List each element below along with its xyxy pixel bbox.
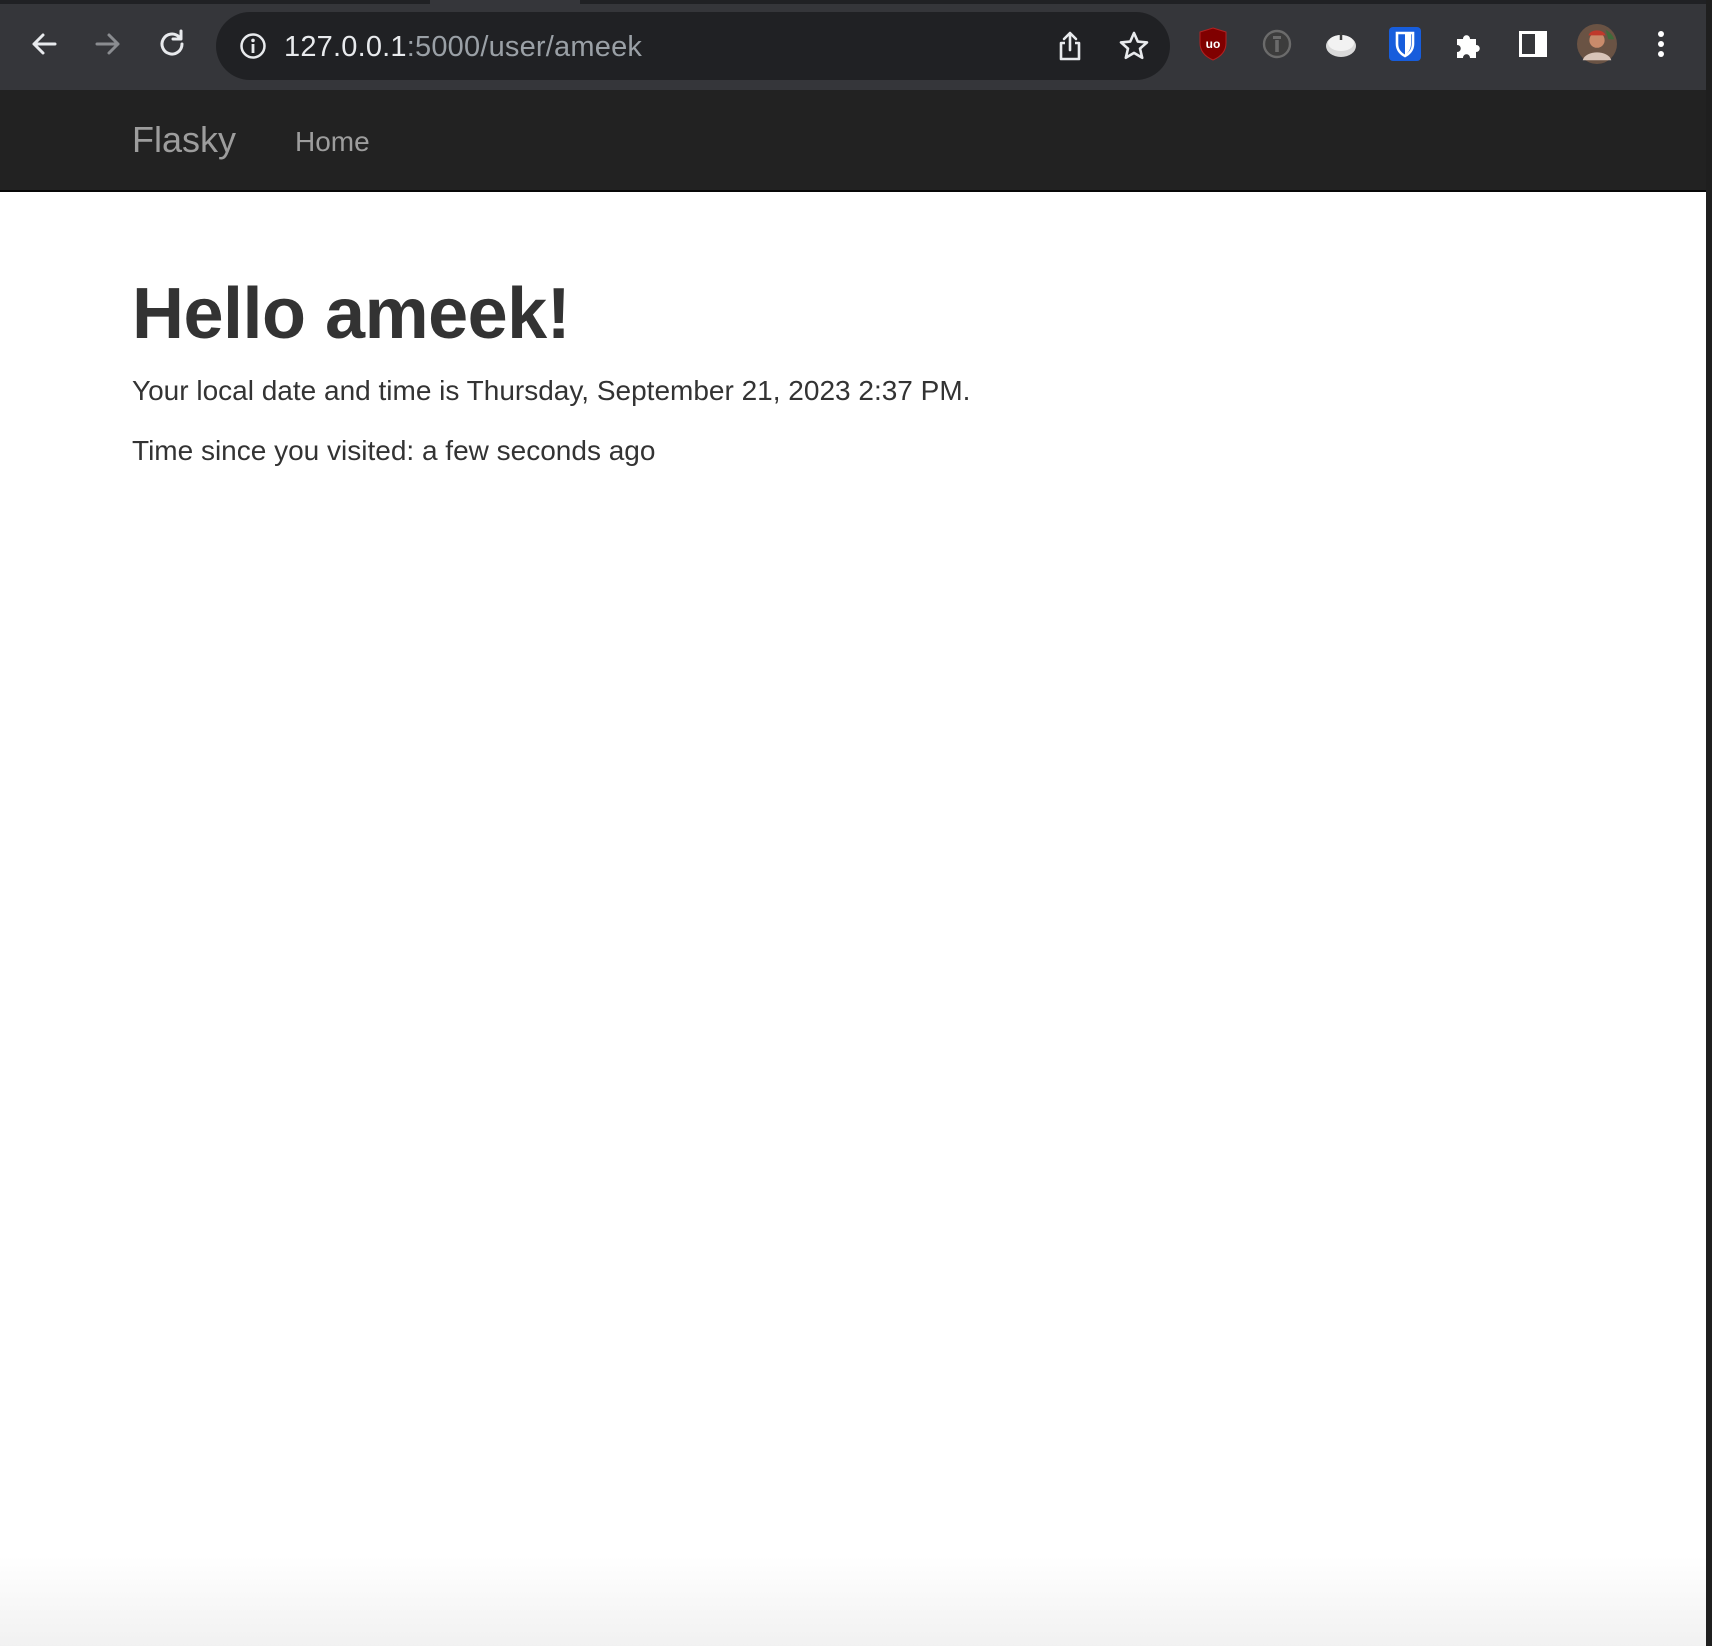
- puzzle-icon: [1457, 35, 1480, 58]
- side-panel-icon: [1519, 31, 1547, 57]
- profile-avatar: [1577, 24, 1617, 64]
- brand-link[interactable]: Flasky: [132, 120, 236, 160]
- back-button[interactable]: [24, 24, 64, 64]
- bitwarden-icon: [1389, 27, 1421, 61]
- extensions-button[interactable]: [1449, 24, 1489, 64]
- nav-link-home[interactable]: Home: [295, 126, 370, 158]
- site-info-button[interactable]: [236, 29, 270, 63]
- cookie-extension-icon: [1326, 32, 1356, 57]
- browser-menu-button[interactable]: [1641, 24, 1681, 64]
- ublock-extension[interactable]: uo: [1193, 24, 1233, 64]
- bookmark-button[interactable]: [1114, 26, 1154, 66]
- ublock-icon: uo: [1199, 27, 1227, 61]
- info-icon: [240, 33, 266, 59]
- menu-kebab-icon: [1658, 31, 1664, 57]
- reload-button[interactable]: [152, 24, 192, 64]
- browser-window: 127.0.0.1:5000/user/ameek uo Flasky Home…: [0, 0, 1706, 1646]
- local-datetime-text: Your local date and time is Thursday, Se…: [132, 375, 971, 406]
- side-panel-button[interactable]: [1513, 24, 1553, 64]
- page-viewport: Flasky Home Hello ameek! Your local date…: [0, 90, 1706, 1646]
- svg-text:uo: uo: [1206, 37, 1221, 51]
- window-edge: [1706, 0, 1712, 1646]
- arrow-left-icon: [32, 33, 57, 55]
- url-path: :5000/user/ameek: [406, 31, 643, 63]
- bottom-fade: [0, 1556, 1706, 1646]
- profile-button[interactable]: [1577, 24, 1617, 64]
- url-host: 127.0.0.1: [284, 31, 407, 63]
- info-extension-icon: [1262, 29, 1292, 59]
- share-button[interactable]: [1050, 26, 1090, 66]
- site-navbar: Flasky Home: [0, 90, 1706, 192]
- info-extension[interactable]: [1257, 24, 1297, 64]
- browser-toolbar: 127.0.0.1:5000/user/ameek uo: [0, 4, 1706, 90]
- page-heading: Hello ameek!: [132, 274, 571, 354]
- cookie-extension[interactable]: [1321, 24, 1361, 64]
- url-text[interactable]: 127.0.0.1:5000/user/ameek: [284, 31, 642, 63]
- bitwarden-extension[interactable]: [1385, 24, 1425, 64]
- reload-icon: [160, 29, 184, 56]
- share-icon: [1059, 31, 1081, 61]
- forward-button[interactable]: [88, 24, 128, 64]
- star-icon: [1119, 31, 1149, 60]
- arrow-right-icon: [95, 33, 120, 55]
- time-since-visit-text: Time since you visited: a few seconds ag…: [132, 435, 656, 466]
- address-bar[interactable]: 127.0.0.1:5000/user/ameek: [216, 12, 1170, 80]
